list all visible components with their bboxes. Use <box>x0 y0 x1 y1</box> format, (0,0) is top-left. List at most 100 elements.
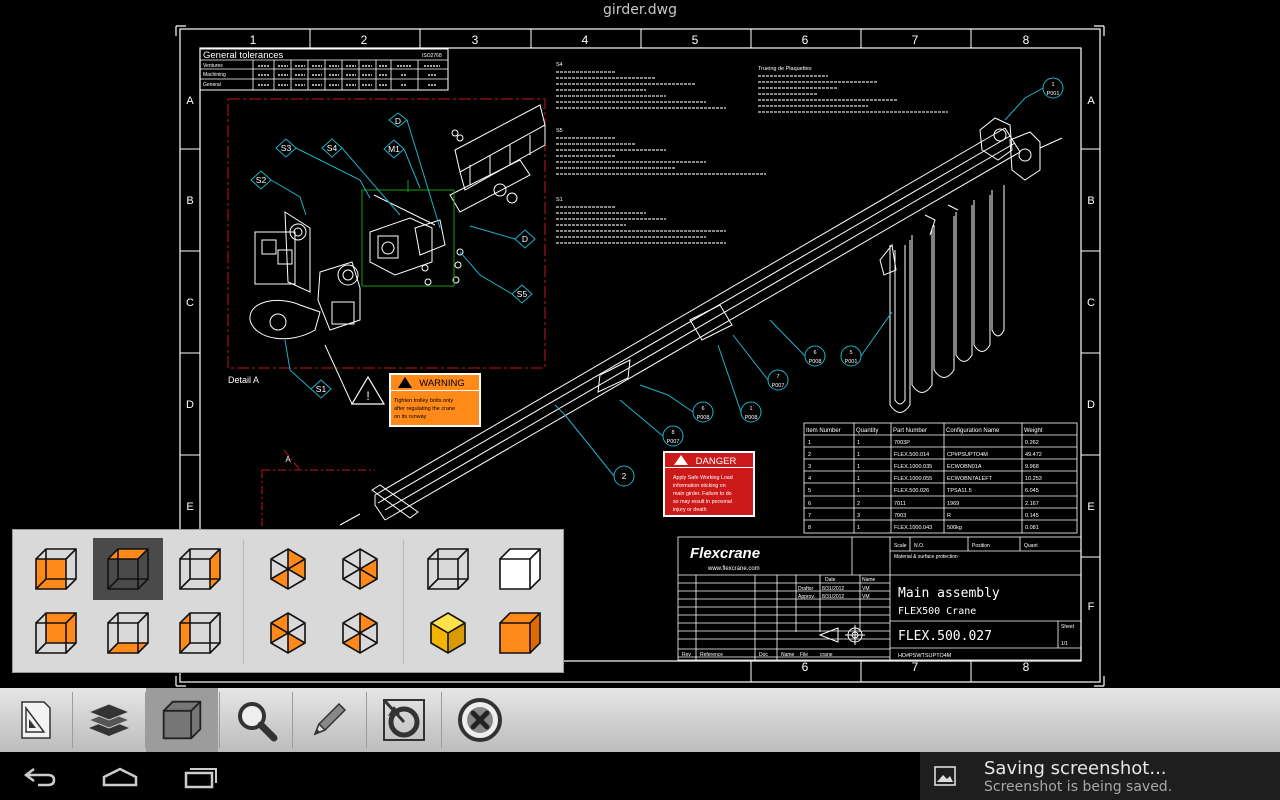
view-iso-nw-button[interactable] <box>325 538 395 600</box>
markup-button[interactable] <box>293 688 365 752</box>
svg-text:Position: Position <box>972 543 990 549</box>
svg-text:1: 1 <box>857 464 860 470</box>
svg-text:Apply Safe Working Load: Apply Safe Working Load <box>673 475 733 481</box>
svg-text:Approv.: Approv. <box>798 594 815 600</box>
svg-text:FLEX.1000.035: FLEX.1000.035 <box>894 464 932 470</box>
cube-left-icon <box>179 612 221 654</box>
view-solid-orange-button[interactable] <box>485 602 555 664</box>
tolerance-row: Machining <box>203 72 226 78</box>
cube-top-icon <box>107 548 149 590</box>
balloon-part: P008 <box>745 415 758 421</box>
callout-label: S4 <box>327 143 338 153</box>
cube-right-icon <box>179 548 221 590</box>
layouts-button[interactable] <box>0 688 72 752</box>
warning-sign: ! WARNING Tighten trolley bolts only aft… <box>324 344 481 427</box>
view-right-button[interactable] <box>165 538 235 600</box>
brand-url: www.flexcrane.com <box>707 566 760 572</box>
iso-cube-sw-icon <box>342 612 378 654</box>
3d-views-button[interactable] <box>146 688 218 752</box>
svg-text:VM: VM <box>862 586 870 592</box>
view-iso-sw-button[interactable] <box>325 602 395 664</box>
svg-text:TPSA11.5: TPSA11.5 <box>947 488 972 494</box>
row-label: A <box>1087 95 1095 107</box>
svg-text:8/31/2012: 8/31/2012 <box>822 586 844 592</box>
view-iso-se-button[interactable] <box>253 602 323 664</box>
svg-text:N.O.: N.O. <box>914 543 924 549</box>
view-realistic-button[interactable] <box>413 602 483 664</box>
col-label: 5 <box>692 33 699 47</box>
view-shaded-button[interactable] <box>485 538 555 600</box>
svg-text:3: 3 <box>808 464 811 470</box>
balloon-number: 7 <box>776 374 779 380</box>
app-toolbar <box>0 688 1280 752</box>
callout-label: S3 <box>281 143 292 153</box>
svg-text:1: 1 <box>857 440 860 446</box>
layout-sheet-icon <box>21 701 51 739</box>
balloon-part: P001 <box>845 359 858 365</box>
nav-back-button[interactable] <box>10 760 70 794</box>
view-back-button[interactable] <box>21 602 91 664</box>
projection-symbol-icon <box>818 625 865 645</box>
drawing-number: FLEX.500.027 <box>898 629 992 644</box>
3d-cube-icon <box>162 700 202 740</box>
svg-text:ECWOBN7ALEFT: ECWOBN7ALEFT <box>947 476 993 482</box>
svg-text:7: 7 <box>808 513 811 519</box>
col-label: 1 <box>250 33 257 47</box>
notes-title: S1 <box>556 197 563 203</box>
col-label: 6 <box>802 33 809 47</box>
row-label: C <box>186 297 194 309</box>
svg-text:Name: Name <box>862 577 876 583</box>
svg-text:5: 5 <box>808 488 811 494</box>
svg-text:500kg: 500kg <box>947 525 962 531</box>
tolerance-table: General tolerances ISO2768 Ventures Mach… <box>199 48 449 91</box>
svg-text:Quantity: Quantity <box>856 428 878 434</box>
svg-text:2: 2 <box>857 501 860 507</box>
nav-recent-apps-button[interactable] <box>170 760 230 794</box>
zoom-button[interactable] <box>220 688 292 752</box>
cube-bottom-icon <box>107 612 149 654</box>
view-front-button[interactable] <box>21 538 91 600</box>
svg-text:0.262: 0.262 <box>1025 440 1039 446</box>
balloon-part: P001 <box>1047 91 1060 97</box>
view-top-button[interactable] <box>93 538 163 600</box>
view-wireframe-button[interactable] <box>413 538 483 600</box>
svg-text:R: R <box>947 513 951 519</box>
svg-text:2: 2 <box>808 452 811 458</box>
svg-text:HD#PSWTSUPTO4M: HD#PSWTSUPTO4M <box>898 653 952 659</box>
col-label-bottom: 8 <box>1023 660 1030 674</box>
col-label: 7 <box>912 33 919 47</box>
tolerance-title: General tolerances <box>203 50 284 61</box>
detail-label: Detail A <box>228 375 259 385</box>
callout-label: M1 <box>388 144 400 154</box>
callout-label: D <box>522 234 528 244</box>
view-left-button[interactable] <box>165 602 235 664</box>
orbit-button[interactable] <box>368 688 440 752</box>
col-label: 2 <box>361 33 368 47</box>
pencil-icon <box>313 702 347 736</box>
notification-subtitle: Screenshot is being saved. <box>984 779 1173 795</box>
image-icon <box>934 766 956 786</box>
svg-text:so may result in personal: so may result in personal <box>673 499 732 505</box>
col-label: 3 <box>472 33 479 47</box>
svg-text:Material & surface protection: Material & surface protection <box>894 554 958 560</box>
svg-text:1: 1 <box>857 525 860 531</box>
screenshot-notification[interactable]: Saving screenshot... Screenshot is being… <box>920 752 1280 800</box>
balloon-number: 1 <box>749 406 752 412</box>
warning-text: on its runway <box>394 414 427 420</box>
view-bottom-button[interactable] <box>93 602 163 664</box>
row-label: D <box>1087 399 1095 411</box>
view-iso-ne-button[interactable] <box>253 538 323 600</box>
layers-button[interactable] <box>73 688 145 752</box>
nav-home-button[interactable] <box>90 760 150 794</box>
svg-text:ECWOBN01A: ECWOBN01A <box>947 464 982 470</box>
view-cube-panel <box>12 529 564 673</box>
panel-divider <box>243 540 244 664</box>
drawing-title: Main assembly <box>898 586 1000 601</box>
balloon-number: 8 <box>671 430 674 436</box>
drawing-subtitle: FLEX500 Crane <box>898 606 976 617</box>
notification-title: Saving screenshot... <box>984 758 1167 779</box>
iso-cube-nw-icon <box>342 548 378 590</box>
close-button[interactable] <box>444 688 516 752</box>
svg-text:9.968: 9.968 <box>1025 464 1039 470</box>
col-label: 4 <box>582 33 589 47</box>
